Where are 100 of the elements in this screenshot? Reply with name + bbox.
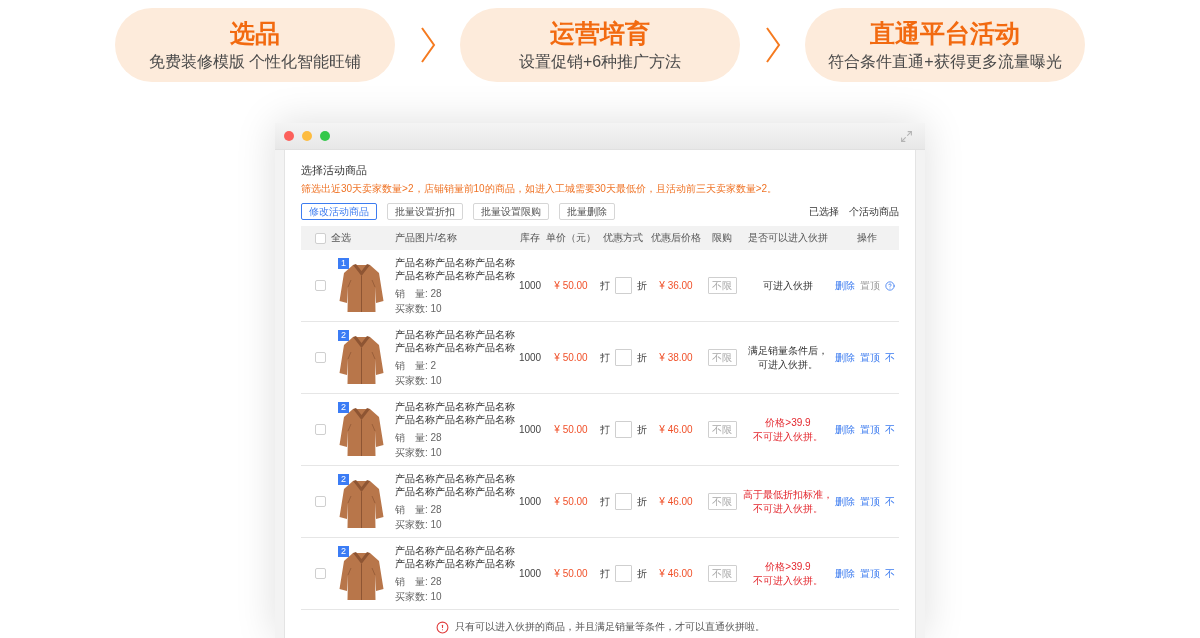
- rank-badge: 2: [338, 473, 349, 485]
- product-name: 产品名称产品名称产品名称产品名称产品名称产品名称: [395, 328, 516, 354]
- column-header: 操作: [857, 231, 877, 245]
- discount-suffix: 折: [636, 278, 647, 293]
- buyer-count: 买家数: 10: [395, 374, 443, 387]
- discount-prefix: 打: [599, 422, 610, 437]
- buyer-count: 买家数: 10: [395, 446, 443, 459]
- action-link[interactable]: 不: [885, 350, 895, 365]
- column-header: 产品图片/名称: [394, 231, 458, 245]
- step-title: 直通平台活动: [870, 18, 1020, 48]
- step-title: 运营培育: [550, 18, 650, 48]
- footer-note: 只有可以进入伙拼的商品，并且满足销量等条件，才可以直通伙拼啦。: [454, 620, 765, 634]
- stock-value: 1000: [518, 568, 542, 579]
- window-close-icon[interactable]: [284, 131, 294, 141]
- product-name: 产品名称产品名称产品名称产品名称产品名称产品名称: [395, 472, 516, 498]
- unit-price: ¥ 50.00: [554, 424, 588, 435]
- checkbox[interactable]: [315, 424, 326, 435]
- limit-input[interactable]: 不限: [707, 421, 737, 438]
- stock-value: 1000: [518, 424, 542, 435]
- action-link[interactable]: 置顶: [860, 422, 880, 437]
- buyer-count: 买家数: 10: [395, 518, 443, 531]
- step-subtitle: 符合条件直通+获得更多流量曝光: [828, 52, 1062, 72]
- buyer-count: 买家数: 10: [395, 302, 443, 315]
- selection-text: 个活动商品: [849, 204, 899, 219]
- stock-value: 1000: [518, 496, 542, 507]
- toolbar-button[interactable]: 批量设置限购: [473, 203, 549, 220]
- action-link[interactable]: 置顶: [860, 494, 880, 509]
- action-link[interactable]: 不: [885, 422, 895, 437]
- panel-title: 选择活动商品: [301, 163, 368, 177]
- checkbox[interactable]: [315, 352, 326, 363]
- selection-text: 已选择: [809, 204, 839, 219]
- eligibility-text: 高于最低折扣标准， 不可进入伙拼。: [743, 487, 833, 516]
- final-price: ¥ 46.00: [659, 424, 693, 435]
- expand-icon[interactable]: [900, 129, 913, 143]
- action-link[interactable]: 不: [885, 494, 895, 509]
- action-link[interactable]: 删除: [835, 422, 855, 437]
- action-link[interactable]: 删除: [835, 566, 855, 581]
- window-zoom-icon[interactable]: [320, 131, 330, 141]
- discount-input[interactable]: [614, 277, 632, 294]
- column-header: 优惠后价格: [651, 231, 701, 245]
- discount-input[interactable]: [614, 421, 632, 438]
- discount-prefix: 打: [599, 278, 610, 293]
- stock-value: 1000: [518, 352, 542, 363]
- step-title: 选品: [230, 18, 280, 48]
- filter-note: 筛选出近30天卖家数量>2，店铺销量前10的商品，如进入工城需要30天最低价，且活动前三天卖家数量>2。: [301, 182, 779, 195]
- final-price: ¥ 38.00: [659, 352, 693, 363]
- chevron-right-icon: [419, 27, 436, 63]
- limit-input[interactable]: 不限: [707, 565, 737, 582]
- sales-count: 销 量: 28: [395, 575, 443, 588]
- action-link[interactable]: 置顶: [860, 350, 880, 365]
- limit-input[interactable]: 不限: [707, 349, 737, 366]
- discount-prefix: 打: [599, 494, 610, 509]
- discount-input[interactable]: [614, 349, 632, 366]
- unit-price: ¥ 50.00: [554, 496, 588, 507]
- action-link[interactable]: 不: [885, 566, 895, 581]
- unit-price: ¥ 50.00: [554, 280, 588, 291]
- product-name: 产品名称产品名称产品名称产品名称产品名称产品名称: [395, 400, 516, 426]
- discount-suffix: 折: [636, 494, 647, 509]
- unit-price: ¥ 50.00: [554, 352, 588, 363]
- discount-suffix: 折: [636, 422, 647, 437]
- action-link[interactable]: 删除: [835, 350, 855, 365]
- column-header: 限购: [712, 231, 732, 245]
- help-icon[interactable]: [885, 280, 895, 291]
- buyer-count: 买家数: 10: [395, 590, 443, 603]
- toolbar-button[interactable]: 批量设置折扣: [387, 203, 463, 220]
- toolbar-button[interactable]: 修改活动商品: [301, 203, 377, 220]
- eligibility-text: 满足销量条件后， 可进入伙拼。: [748, 343, 828, 372]
- action-link[interactable]: 删除: [835, 494, 855, 509]
- column-header: 优惠方式: [603, 231, 643, 245]
- checkbox[interactable]: [315, 232, 326, 244]
- action-link[interactable]: 置顶: [860, 566, 880, 581]
- rank-badge: 2: [338, 401, 349, 413]
- sales-count: 销 量: 28: [395, 431, 443, 444]
- eligibility-text: 价格>39.9 不可进入伙拼。: [753, 415, 823, 444]
- discount-suffix: 折: [636, 350, 647, 365]
- product-name: 产品名称产品名称产品名称产品名称产品名称产品名称: [395, 256, 516, 282]
- checkbox[interactable]: [315, 280, 326, 291]
- toolbar-button[interactable]: 批量删除: [559, 203, 615, 220]
- discount-prefix: 打: [599, 566, 610, 581]
- sales-count: 销 量: 28: [395, 503, 443, 516]
- checkbox[interactable]: [315, 496, 326, 507]
- sales-count: 销 量: 2: [395, 359, 438, 372]
- discount-input[interactable]: [614, 493, 632, 510]
- discount-suffix: 折: [636, 566, 647, 581]
- discount-input[interactable]: [614, 565, 632, 582]
- final-price: ¥ 46.00: [659, 496, 693, 507]
- product-name: 产品名称产品名称产品名称产品名称产品名称产品名称: [395, 544, 516, 570]
- step-subtitle: 设置促销+6种推广方法: [518, 52, 682, 72]
- limit-input[interactable]: 不限: [707, 493, 737, 510]
- final-price: ¥ 46.00: [659, 568, 693, 579]
- sales-count: 销 量: 28: [395, 287, 443, 300]
- action-link[interactable]: 删除: [835, 278, 855, 293]
- limit-input[interactable]: 不限: [707, 277, 737, 294]
- rank-badge: 2: [338, 329, 349, 341]
- column-header: 单价（元）: [546, 231, 596, 245]
- stock-value: 1000: [518, 280, 542, 291]
- eligibility-text: 可进入伙拼: [763, 278, 813, 293]
- window-minimize-icon[interactable]: [302, 131, 312, 141]
- checkbox[interactable]: [315, 568, 326, 579]
- final-price: ¥ 36.00: [659, 280, 693, 291]
